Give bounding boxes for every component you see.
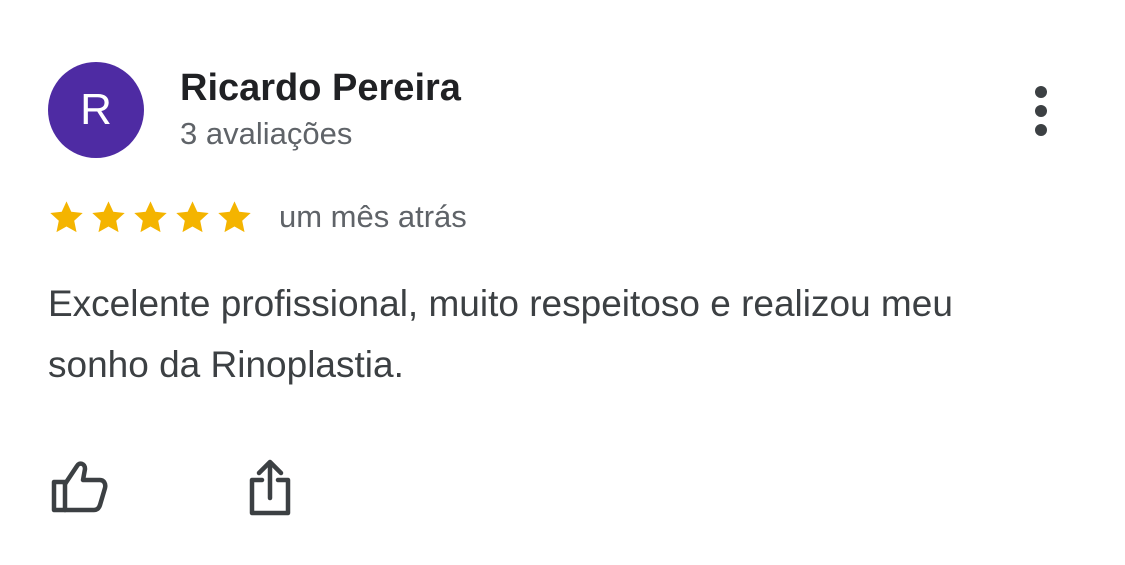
avatar[interactable]: R <box>48 62 144 158</box>
star-icon <box>134 200 167 232</box>
star-icon <box>176 200 209 232</box>
review-count: 3 avaliações <box>180 116 353 151</box>
star-icon <box>218 200 251 232</box>
review-date: um mês atrás <box>279 199 467 234</box>
more-options-button[interactable] <box>1016 80 1066 142</box>
more-vert-icon <box>1035 86 1047 136</box>
star-rating <box>48 199 258 236</box>
thumb-up-icon <box>51 461 108 513</box>
star-icon <box>92 200 125 232</box>
share-button[interactable] <box>237 454 303 520</box>
avatar-initial: R <box>80 85 112 134</box>
rating-row: um mês atrás <box>48 192 467 242</box>
share-icon <box>249 459 291 516</box>
star-icon <box>50 200 83 232</box>
reviewer-name[interactable]: Ricardo Pereira <box>180 66 461 110</box>
like-button[interactable] <box>46 454 112 520</box>
review-text: Excelente profissional, muito respeitoso… <box>48 283 953 385</box>
